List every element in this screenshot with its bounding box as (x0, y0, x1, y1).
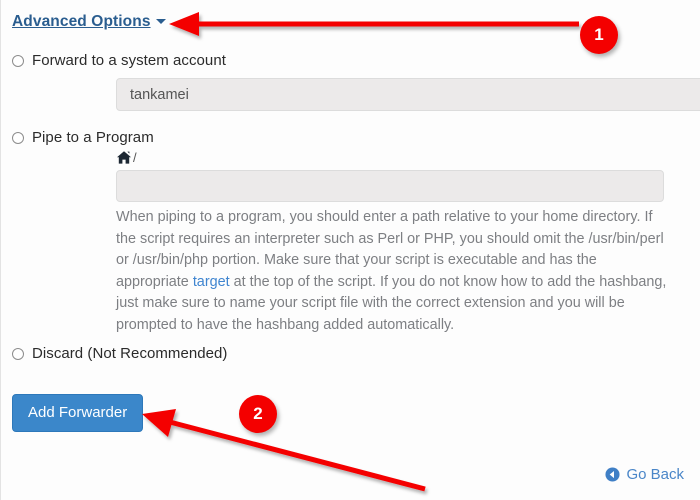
annotation-arrow-2 (142, 409, 426, 492)
radio-pipe-to-program[interactable] (12, 131, 24, 144)
radio-row-discard[interactable]: Discard (Not Recommended) (12, 345, 227, 362)
arrow-left-circle-icon (605, 467, 620, 482)
add-forwarder-button[interactable]: Add Forwarder (12, 394, 144, 432)
radio-row-pipe-to-program[interactable]: Pipe to a Program (12, 129, 154, 146)
radio-label-discard: Discard (Not Recommended) (32, 345, 228, 362)
annotation-arrow-1 (169, 12, 579, 36)
go-back-link[interactable]: Go Back (605, 466, 684, 483)
system-account-input[interactable] (116, 78, 700, 111)
radio-forward-system-account[interactable] (12, 54, 24, 67)
annotation-badge-2: 2 (239, 395, 277, 433)
radio-discard[interactable] (12, 347, 24, 360)
radio-label-pipe-to-program: Pipe to a Program (32, 129, 154, 146)
chevron-down-icon (155, 19, 166, 24)
advanced-options-link[interactable]: Advanced Options (12, 13, 166, 31)
target-link[interactable]: target (193, 274, 230, 290)
go-back-label: Go Back (626, 466, 684, 483)
pipe-program-help-text: When piping to a program, you should ent… (116, 207, 669, 336)
advanced-options-label: Advanced Options (12, 13, 151, 30)
annotation-badge-1: 1 (580, 16, 618, 54)
home-path-separator: / (133, 150, 137, 165)
home-path-indicator: / (116, 150, 137, 165)
forwarder-form-panel: Advanced Options Forward to a system acc… (0, 0, 700, 500)
home-icon (116, 150, 132, 165)
radio-row-forward-system-account[interactable]: Forward to a system account (12, 52, 226, 69)
pipe-program-input[interactable] (116, 170, 664, 202)
radio-label-forward-system-account: Forward to a system account (32, 52, 226, 69)
